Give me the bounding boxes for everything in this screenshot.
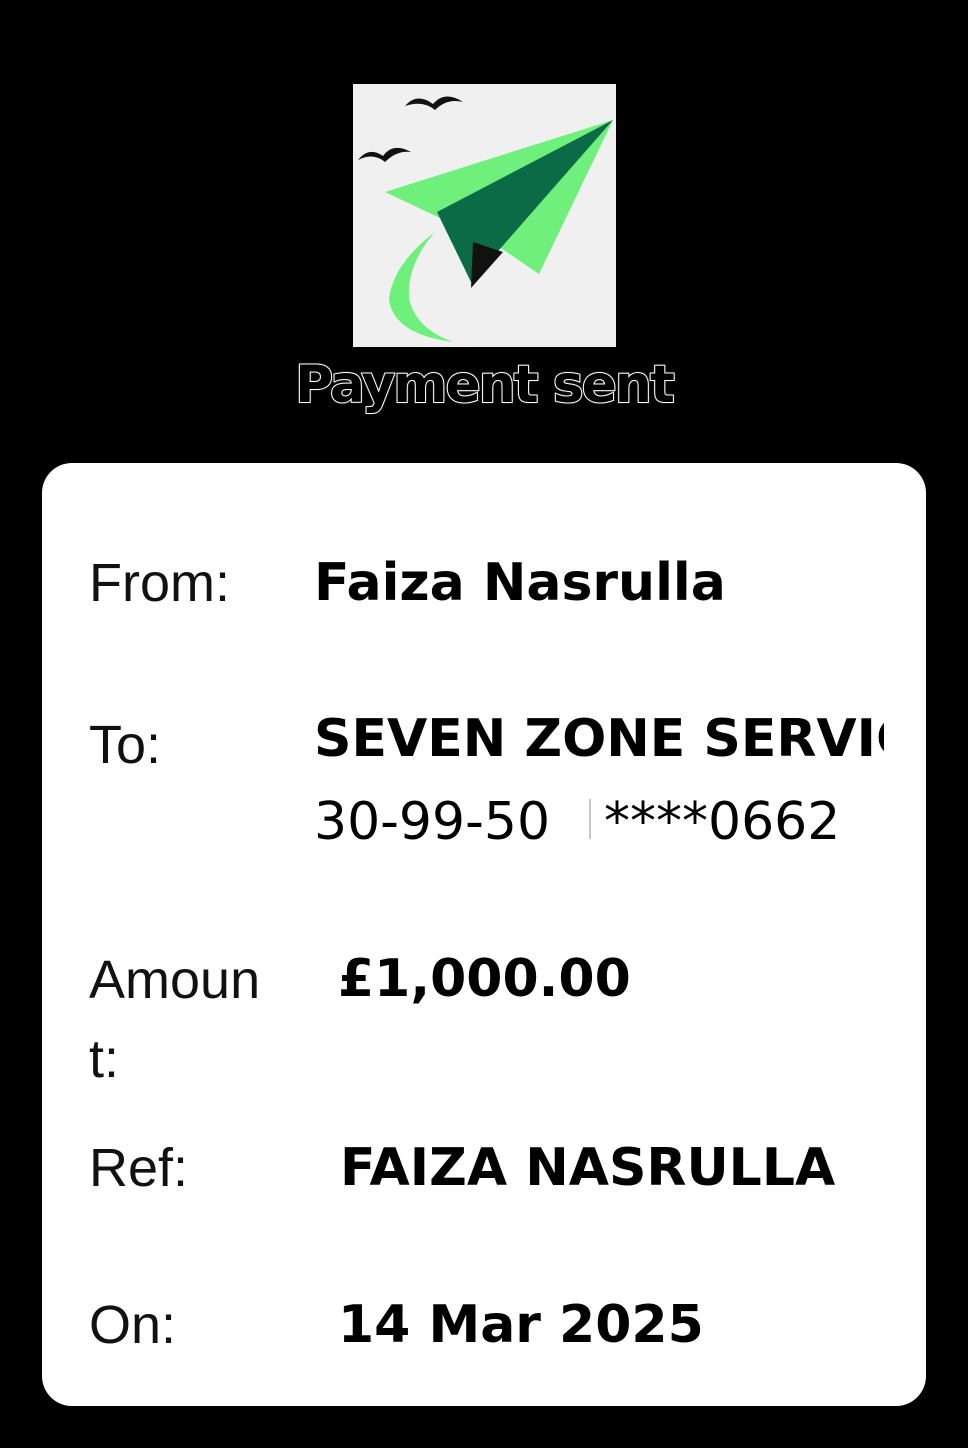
- ref-value: FAIZA NASRULLA: [340, 1138, 836, 1198]
- app-logo: [353, 84, 616, 347]
- paper-plane-birds-icon: [353, 84, 616, 347]
- amount-label-line-2: t:: [89, 1029, 120, 1089]
- account-number: ****0662: [604, 792, 841, 852]
- on-label: On:: [89, 1295, 177, 1355]
- amount-value: £1,000.00: [338, 949, 631, 1009]
- from-value: Faiza Nasrulla: [314, 553, 726, 613]
- ref-label: Ref:: [89, 1138, 189, 1198]
- amount-label-line-1: Amoun: [89, 950, 261, 1010]
- separator: [589, 799, 591, 839]
- sort-code: 30-99-50: [314, 792, 551, 852]
- to-value: SEVEN ZONE SERVIC: [314, 709, 884, 769]
- to-label: To:: [89, 715, 162, 775]
- payment-details-card: From: Faiza Nasrulla To: SEVEN ZONE SERV…: [42, 463, 926, 1406]
- from-label: From:: [89, 553, 230, 613]
- payment-status-title: Payment sent: [294, 354, 676, 416]
- on-value: 14 Mar 2025: [338, 1295, 704, 1355]
